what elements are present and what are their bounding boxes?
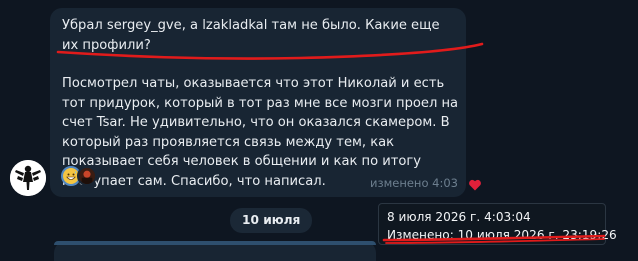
heart-icon[interactable] xyxy=(468,178,482,192)
sender-avatar[interactable] xyxy=(10,160,46,196)
tooltip-edited-time: Изменено: 10 июля 2026 г. 23:19:26 xyxy=(387,228,617,242)
avatar-figure-icon xyxy=(10,160,46,196)
message-paragraph-2: Посмотрел чаты, оказывается что этот Ник… xyxy=(62,76,463,189)
timestamp-tooltip: 8 июля 2026 г. 4:03:04 Изменено: 10 июля… xyxy=(378,203,617,245)
message-time: 4:03 xyxy=(432,176,458,190)
date-separator: 10 июля xyxy=(230,208,313,233)
message-bubble[interactable]: Убрал sergey_gve, а lzakladkal там не бы… xyxy=(50,8,466,197)
tooltip-sent-time: 8 июля 2026 г. 4:03:04 xyxy=(387,210,531,224)
edited-label: изменено xyxy=(370,176,429,190)
reactions-bar[interactable] xyxy=(61,165,97,187)
message-meta: изменено 4:03 xyxy=(370,176,458,190)
next-message-bubble[interactable] xyxy=(54,241,376,261)
reaction-user-avatar[interactable] xyxy=(77,166,97,186)
message-paragraph-1: Убрал sergey_gve, а lzakladkal там не бы… xyxy=(62,18,444,53)
